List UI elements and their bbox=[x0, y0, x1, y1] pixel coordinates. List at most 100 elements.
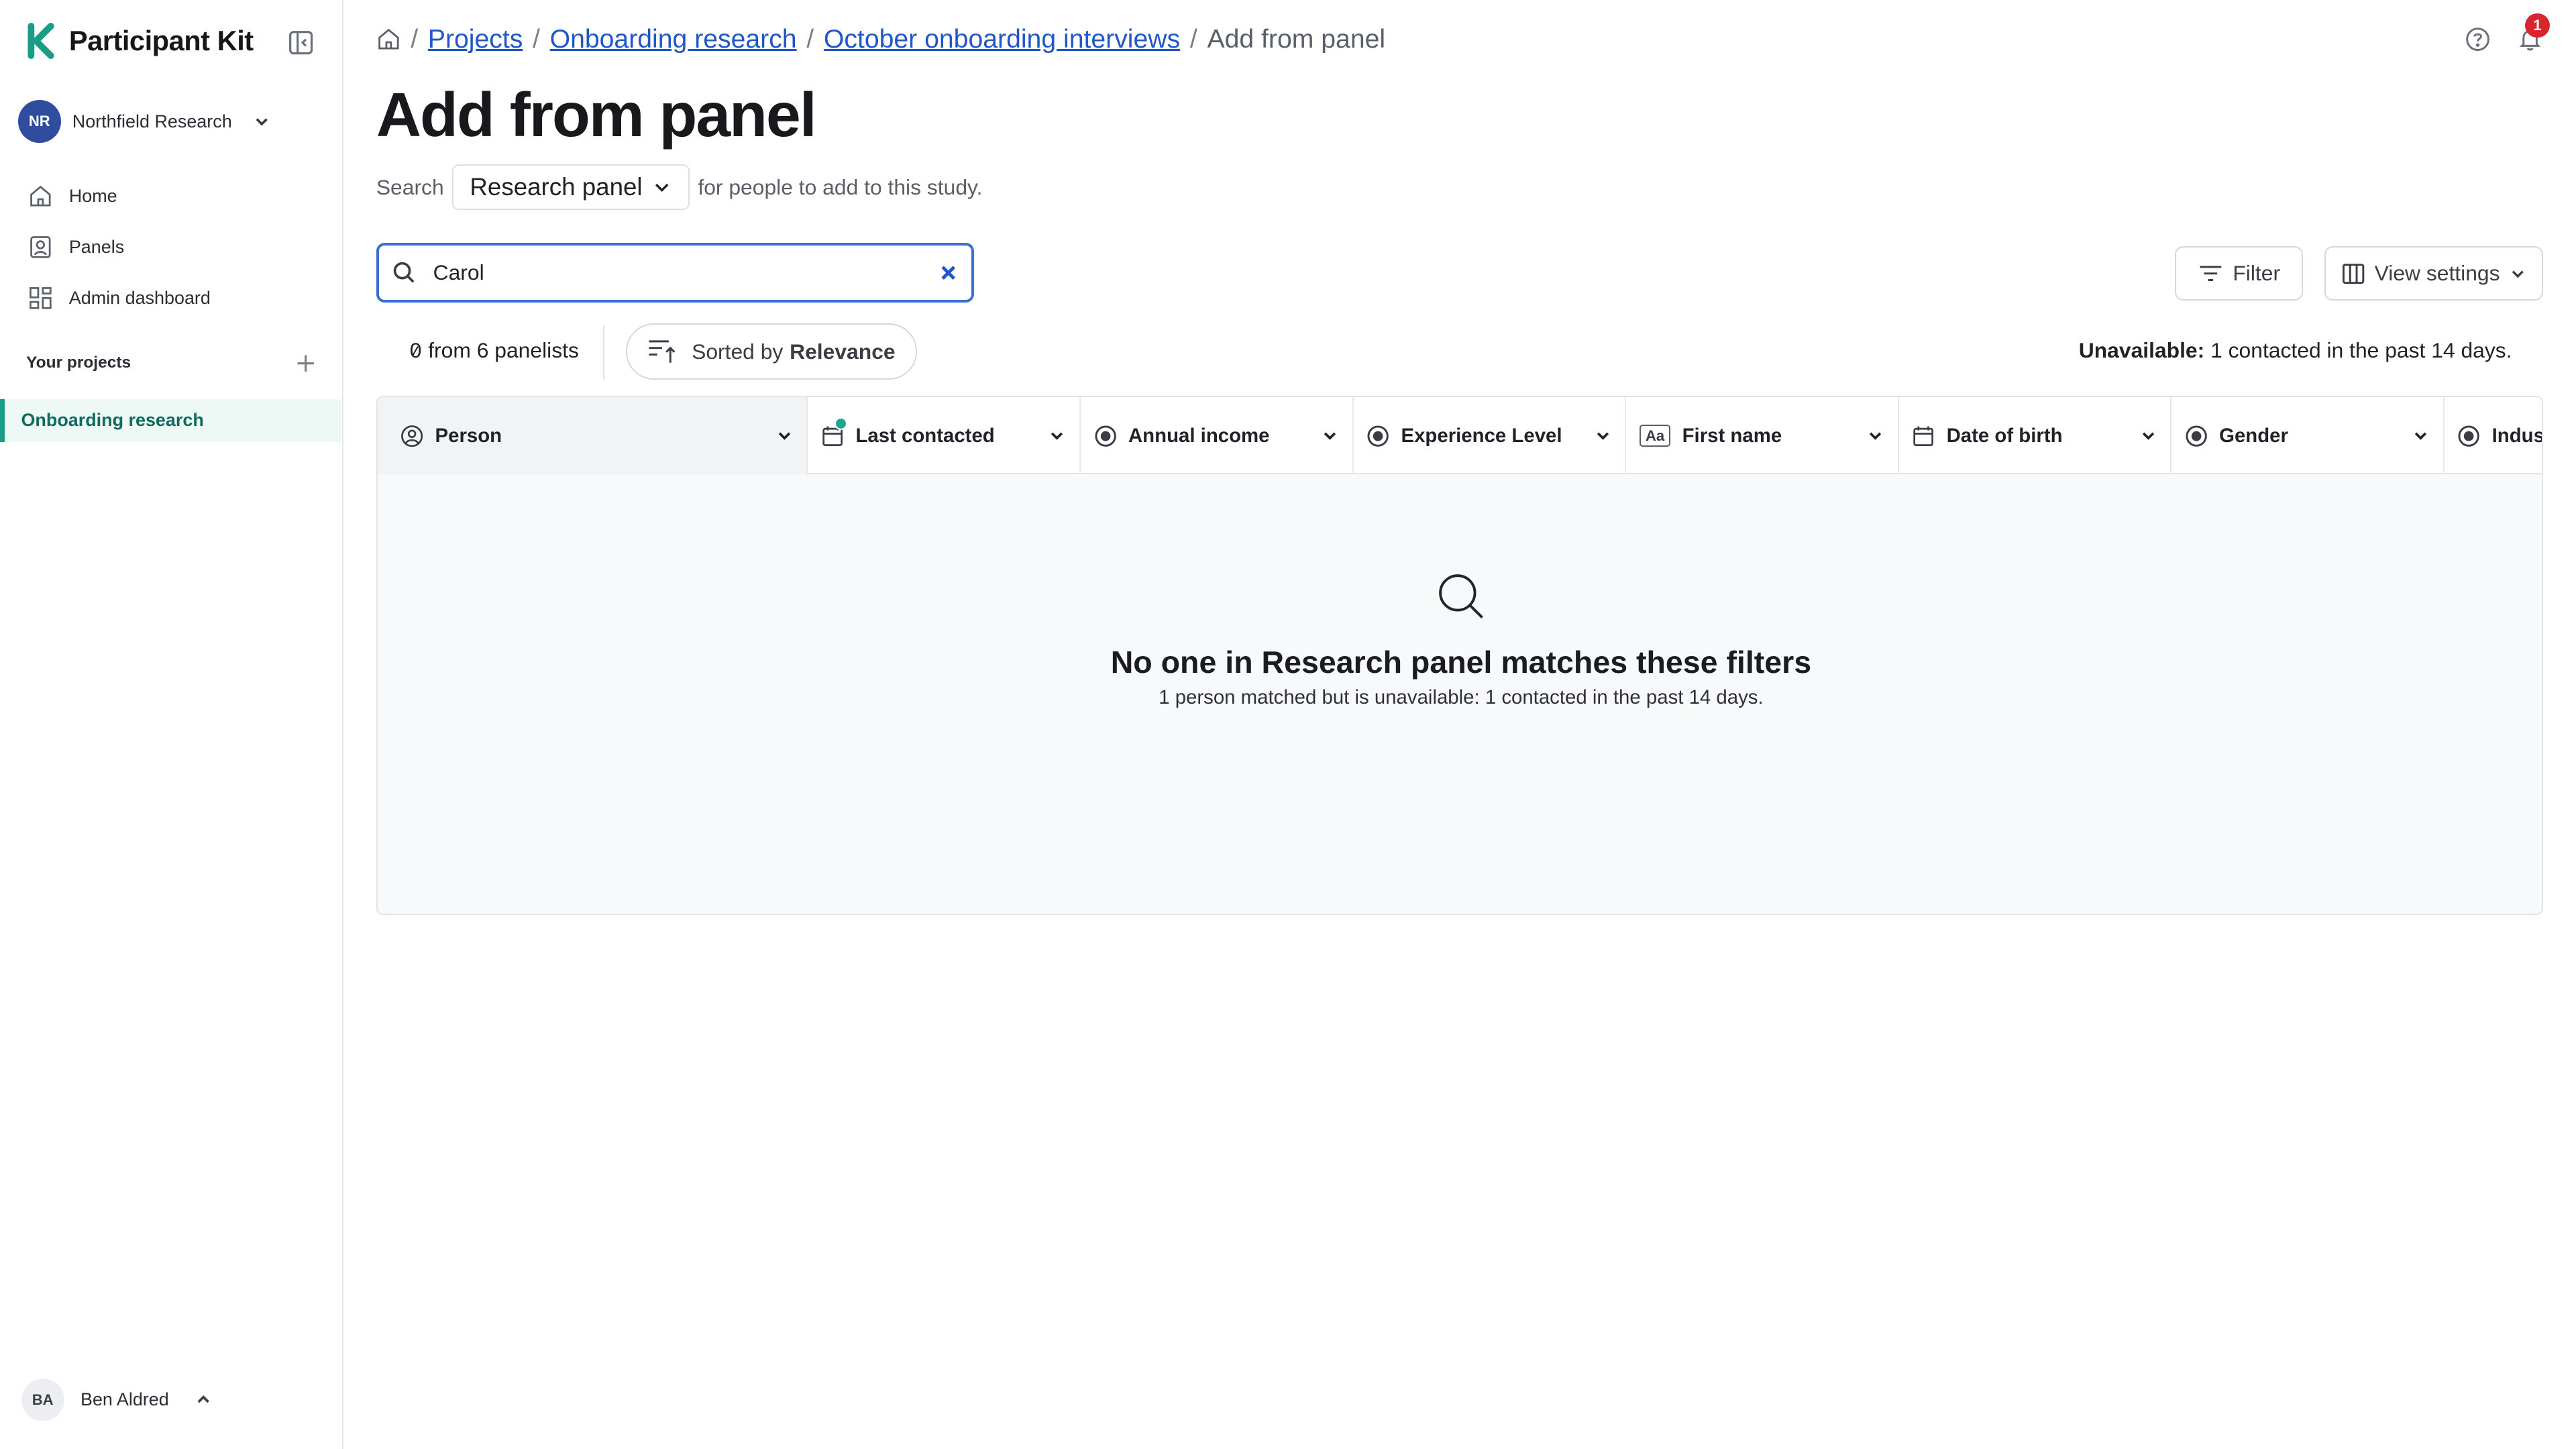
filter-button[interactable]: Filter bbox=[2175, 246, 2304, 301]
filter-icon bbox=[2200, 266, 2222, 282]
empty-state: No one in Research panel matches these f… bbox=[378, 561, 2542, 709]
sidebar-item-panels[interactable]: Panels bbox=[0, 222, 341, 273]
radio-icon bbox=[2186, 425, 2207, 447]
column-header-last-contacted[interactable]: Last contacted bbox=[808, 397, 1081, 475]
chevron-up-icon bbox=[197, 1395, 209, 1403]
sidebar-item-admin-dashboard[interactable]: Admin dashboard bbox=[0, 273, 341, 324]
sidebar: Participant Kit NR Northfield Research H… bbox=[0, 0, 343, 1449]
search-icon bbox=[394, 262, 415, 283]
column-label: Last contacted bbox=[855, 424, 995, 447]
breadcrumb-link-projects[interactable]: Projects bbox=[428, 25, 523, 54]
result-count-number: 0 bbox=[409, 338, 422, 363]
search-prefix: Search bbox=[376, 174, 444, 199]
breadcrumb-current: Add from panel bbox=[1207, 24, 1386, 54]
column-label: First name bbox=[1682, 424, 1782, 447]
panelists-table: Person Last contacted Annual income Expe… bbox=[376, 396, 2544, 916]
search-scope: Search Research panel for people to add … bbox=[376, 164, 983, 211]
column-header-first-name[interactable]: Aa First name bbox=[1626, 397, 1899, 475]
empty-state-title: No one in Research panel matches these f… bbox=[1110, 644, 1812, 680]
search-suffix: for people to add to this study. bbox=[698, 174, 983, 199]
app-root: Participant Kit NR Northfield Research H… bbox=[0, 0, 2576, 1449]
text-icon: Aa bbox=[1639, 425, 1671, 447]
table-header: Person Last contacted Annual income Expe… bbox=[377, 397, 2542, 475]
column-label: Experience Level bbox=[1401, 424, 1562, 447]
breadcrumb-separator: / bbox=[806, 24, 814, 54]
app-name: Participant Kit bbox=[68, 25, 254, 57]
search-box bbox=[376, 243, 975, 303]
sidebar-item-label: Panels bbox=[68, 237, 125, 258]
breadcrumb-separator: / bbox=[1189, 24, 1197, 54]
dashboard-icon bbox=[29, 287, 52, 309]
brand[interactable]: Participant Kit bbox=[26, 23, 254, 60]
breadcrumb-link-onboarding-research[interactable]: Onboarding research bbox=[550, 25, 797, 54]
column-label: Annual income bbox=[1128, 424, 1270, 447]
breadcrumb: / Projects / Onboarding research / Octob… bbox=[376, 25, 1385, 54]
home-icon bbox=[30, 186, 51, 207]
sidebar-project-onboarding-research[interactable]: Onboarding research bbox=[0, 399, 342, 442]
result-count-suffix: from 6 panelists bbox=[428, 338, 579, 363]
chevron-down-icon bbox=[2142, 432, 2154, 441]
clear-search-icon[interactable] bbox=[938, 263, 958, 282]
user-name: Ben Aldred bbox=[80, 1389, 169, 1410]
unavailable-text: 1 contacted in the past 14 days. bbox=[2210, 338, 2512, 363]
status-dot bbox=[834, 417, 848, 431]
org-avatar: NR bbox=[17, 100, 61, 144]
column-header-date-of-birth[interactable]: Date of birth bbox=[1899, 397, 2172, 475]
result-count: 0 from 6 panelists bbox=[409, 338, 579, 363]
sort-button[interactable]: Sorted by Relevance bbox=[626, 323, 917, 380]
page-title: Add from panel bbox=[376, 79, 817, 150]
radio-icon bbox=[1367, 425, 1389, 447]
collapse-sidebar-icon[interactable] bbox=[288, 30, 314, 56]
user-menu[interactable]: BA Ben Aldred bbox=[21, 1378, 212, 1421]
notifications-button[interactable]: 1 bbox=[2517, 13, 2550, 52]
column-header-person[interactable]: Person bbox=[377, 397, 808, 475]
top-actions: 1 bbox=[2465, 13, 2550, 52]
radio-icon bbox=[1095, 425, 1116, 447]
person-icon bbox=[30, 236, 51, 258]
projects-header: Your projects bbox=[26, 354, 315, 373]
column-header-experience-level[interactable]: Experience Level bbox=[1354, 397, 1627, 475]
chevron-down-icon bbox=[2512, 270, 2524, 278]
chevron-down-icon bbox=[1869, 432, 1882, 441]
radio-icon bbox=[2458, 425, 2480, 447]
panel-select[interactable]: Research panel bbox=[451, 164, 690, 211]
projects-label: Your projects bbox=[26, 354, 131, 372]
columns-icon bbox=[2342, 263, 2364, 284]
add-project-icon[interactable] bbox=[296, 354, 315, 373]
empty-state-subtitle: 1 person matched but is unavailable: 1 c… bbox=[1159, 686, 1764, 709]
view-settings-button[interactable]: View settings bbox=[2324, 246, 2544, 301]
sidebar-item-label: Home bbox=[68, 186, 117, 207]
sidebar-item-home[interactable]: Home bbox=[0, 171, 341, 222]
calendar-icon bbox=[1913, 426, 1934, 446]
search-icon bbox=[1439, 574, 1484, 619]
search-input[interactable] bbox=[433, 260, 922, 286]
column-label: Indust bbox=[2491, 424, 2542, 447]
view-settings-label: View settings bbox=[2374, 261, 2500, 286]
chevron-down-icon bbox=[2414, 432, 2427, 441]
divider bbox=[602, 325, 605, 380]
home-icon[interactable] bbox=[376, 27, 401, 52]
chevron-down-icon bbox=[1051, 432, 1063, 441]
column-label: Person bbox=[435, 424, 502, 447]
column-label: Gender bbox=[2219, 424, 2288, 447]
chevron-down-icon bbox=[256, 118, 268, 126]
notification-badge: 1 bbox=[2525, 13, 2550, 38]
org-switcher[interactable]: NR Northfield Research bbox=[17, 100, 270, 144]
chevron-down-icon bbox=[778, 432, 791, 441]
person-circle-icon bbox=[401, 425, 423, 447]
chevron-down-icon bbox=[1324, 432, 1336, 441]
user-avatar: BA bbox=[21, 1378, 64, 1421]
breadcrumb-link-october-onboarding-interviews[interactable]: October onboarding interviews bbox=[824, 25, 1180, 54]
chevron-down-icon bbox=[1597, 432, 1609, 441]
column-header-gender[interactable]: Gender bbox=[2171, 397, 2445, 475]
sort-value: Relevance bbox=[790, 339, 896, 364]
breadcrumb-separator: / bbox=[533, 24, 540, 54]
help-icon[interactable] bbox=[2465, 26, 2491, 52]
chevron-down-icon bbox=[655, 184, 669, 193]
column-header-industry[interactable]: Indust bbox=[2445, 397, 2542, 474]
column-header-annual-income[interactable]: Annual income bbox=[1081, 397, 1354, 475]
sort-prefix: Sorted by bbox=[692, 339, 784, 364]
unavailable-label: Unavailable: bbox=[2078, 338, 2205, 363]
panel-select-value: Research panel bbox=[470, 173, 643, 201]
sidebar-nav: Home Panels Admin dashboard bbox=[0, 171, 341, 324]
